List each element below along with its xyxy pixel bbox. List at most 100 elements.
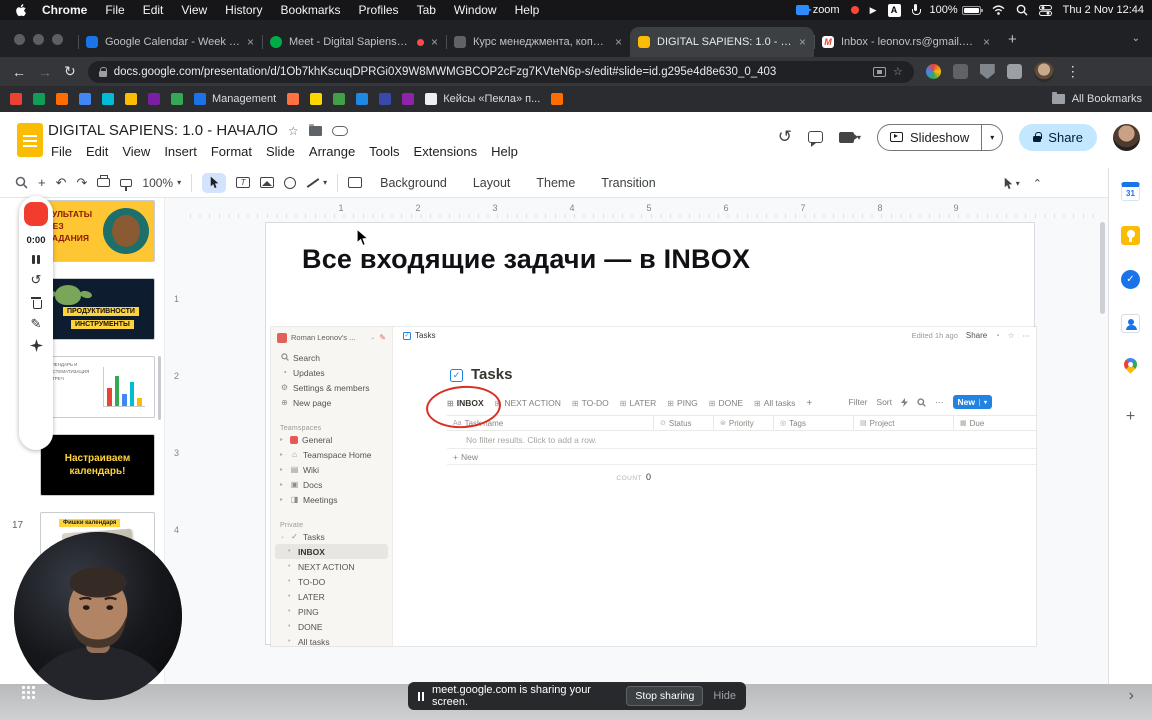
bookmark-favicon[interactable] <box>551 93 564 105</box>
column-project[interactable]: ▤ Project <box>853 416 953 430</box>
calendar-panel-icon[interactable]: 31 <box>1121 182 1140 201</box>
menubar-bookmarks[interactable]: Bookmarks <box>272 3 350 17</box>
zoom-select[interactable]: 100% ▾ <box>142 176 181 190</box>
webcam-bubble[interactable] <box>14 532 182 700</box>
sidebar-item-docs[interactable]: ▸ ▣ Docs <box>271 477 392 492</box>
search-icon[interactable] <box>917 397 926 407</box>
microphone-icon[interactable] <box>911 4 921 16</box>
automation-bolt-icon[interactable] <box>901 397 908 407</box>
notion-workspace-switcher[interactable]: Roman Leonov's ... ⌄ ✎ <box>271 329 392 346</box>
menu-help[interactable]: Help <box>484 142 525 161</box>
zoom-menubar-item[interactable]: zoom <box>795 4 840 16</box>
transition-button[interactable]: Transition <box>593 173 663 193</box>
empty-table-message[interactable]: No filter results. Click to add a row. <box>447 431 1036 449</box>
account-avatar[interactable] <box>1113 123 1140 151</box>
delete-recording-icon[interactable] <box>31 295 42 309</box>
column-tags[interactable]: ◎ Tags <box>773 416 853 430</box>
spotlight-search-icon[interactable] <box>1016 4 1028 16</box>
collapse-overlay-chevron-icon[interactable]: › <box>1129 688 1134 704</box>
new-task-button[interactable]: New ▾ <box>952 395 992 409</box>
extension-shield-icon[interactable] <box>979 64 995 79</box>
tab-google-calendar[interactable]: Google Calendar - Week of O... × <box>78 27 262 57</box>
bookmark-favicon[interactable] <box>79 93 91 105</box>
paint-format-icon[interactable] <box>120 178 133 191</box>
menu-arrange[interactable]: Arrange <box>302 142 362 161</box>
notion-share-button[interactable]: Share <box>966 331 987 340</box>
pause-sharing-icon[interactable] <box>418 691 424 701</box>
tab-course[interactable]: Курс менеджмента, копира... × <box>446 27 630 57</box>
wifi-icon[interactable] <box>992 5 1005 15</box>
profile-avatar[interactable] <box>1033 61 1054 82</box>
sidebar-item-tasks[interactable]: ⌄ ✓ Tasks <box>271 529 392 544</box>
meet-presenting-button[interactable]: ▾ <box>839 131 861 143</box>
effects-sparkle-icon[interactable] <box>29 339 43 352</box>
slideshow-button[interactable]: Slideshow <box>878 125 981 150</box>
sidebar-item-next-action[interactable]: • NEXT ACTION <box>271 559 392 574</box>
add-addon-icon[interactable]: + <box>1126 408 1135 426</box>
slides-logo-icon[interactable] <box>17 123 43 157</box>
send-to-devices-icon[interactable] <box>872 66 886 77</box>
bookmark-favicon[interactable] <box>125 93 137 105</box>
bookmark-management[interactable]: Management <box>194 93 276 105</box>
canvas-scrollbar[interactable] <box>1100 222 1105 314</box>
notion-page-title[interactable]: Tasks <box>471 366 512 383</box>
menubar-edit[interactable]: Edit <box>134 3 173 17</box>
extensions-puzzle-icon[interactable] <box>1006 64 1022 79</box>
play-status-icon[interactable]: ▶ <box>870 5 877 16</box>
extension-gray-icon[interactable] <box>952 64 968 79</box>
select-tool-button[interactable] <box>202 172 227 193</box>
favorite-star-icon[interactable]: ☆ <box>1008 331 1015 340</box>
bookmark-favicon[interactable] <box>402 93 415 105</box>
add-view-icon[interactable]: + <box>806 398 812 409</box>
apple-menu-icon[interactable] <box>8 3 33 17</box>
tab-slides-active[interactable]: DIGITAL SAPIENS: 1.0 - НАЧА... × <box>630 27 814 57</box>
menu-insert[interactable]: Insert <box>157 142 204 161</box>
print-icon[interactable] <box>97 175 111 187</box>
version-history-icon[interactable]: ↺ <box>778 127 792 147</box>
sidebar-item-done[interactable]: • DONE <box>271 619 392 634</box>
sidebar-item-all-tasks[interactable]: • All tasks <box>271 634 392 649</box>
app-grid-icon[interactable] <box>22 686 36 700</box>
sidebar-item-teamspace-home[interactable]: ▸ ⌂ Teamspace Home <box>271 447 392 462</box>
insert-shape-icon[interactable] <box>284 176 297 189</box>
control-center-icon[interactable] <box>1038 4 1052 16</box>
sidebar-item-wiki[interactable]: ▸ ▤ Wiki <box>271 462 392 477</box>
text-box-tool-icon[interactable] <box>236 177 251 188</box>
bookmark-favicon[interactable] <box>310 93 323 105</box>
slide-thumbnail[interactable]: Календарь и систематизация встреч <box>40 356 155 418</box>
chrome-menu-dots-icon[interactable]: ⋮ <box>1066 63 1080 80</box>
bookmark-favicon[interactable] <box>171 93 183 105</box>
add-row-button[interactable]: + New <box>447 449 1036 465</box>
bookmark-favicon[interactable] <box>356 93 369 105</box>
menubar-file[interactable]: File <box>96 3 133 17</box>
background-button[interactable]: Background <box>372 173 455 193</box>
restart-recording-icon[interactable]: ↺ <box>31 273 42 286</box>
sidebar-item-inbox[interactable]: • INBOX <box>275 544 388 559</box>
filmstrip-scrollbar[interactable] <box>158 356 161 420</box>
notion-settings[interactable]: ⚙ Settings & members <box>271 380 392 395</box>
bookmark-favicon[interactable] <box>33 93 45 105</box>
all-bookmarks[interactable]: All Bookmarks <box>1051 92 1142 105</box>
bookmark-favicon[interactable] <box>10 93 22 105</box>
notion-search[interactable]: Search <box>271 350 392 365</box>
bookmark-cases[interactable]: Кейсы «Пекла» п... <box>425 93 540 105</box>
new-slide-plus-icon[interactable]: + <box>38 175 46 190</box>
insert-line-tool[interactable]: ▾ <box>306 177 327 188</box>
slide-title[interactable]: Все входящие задачи — в INBOX <box>302 244 750 275</box>
menubar-tab[interactable]: Tab <box>408 3 445 17</box>
column-priority[interactable]: ⊜ Priority <box>713 416 773 430</box>
move-folder-icon[interactable] <box>308 123 322 136</box>
close-tab-icon[interactable]: × <box>247 35 254 49</box>
collapse-toolbar-icon[interactable]: ⌃ <box>1033 177 1042 190</box>
view-tab-next-action[interactable]: ⊞ NEXT ACTION <box>495 398 561 408</box>
bookmark-favicon[interactable] <box>102 93 114 105</box>
notion-new-page[interactable]: ⊕ New page <box>271 395 392 410</box>
compose-icon[interactable]: ✎ <box>379 333 386 342</box>
view-tab-ping[interactable]: ⊞ PING <box>667 398 697 408</box>
column-status[interactable]: ⊙ Status <box>653 416 713 430</box>
pause-button[interactable] <box>32 255 40 264</box>
view-tab-to-do[interactable]: ⊞ TO-DO <box>572 398 609 408</box>
menu-edit[interactable]: Edit <box>79 142 115 161</box>
layout-button[interactable]: Layout <box>465 173 519 193</box>
slide-thumbnail[interactable]: ПРОДУКТИВНОСТИ ИНСТРУМЕНТЫ <box>40 278 155 340</box>
